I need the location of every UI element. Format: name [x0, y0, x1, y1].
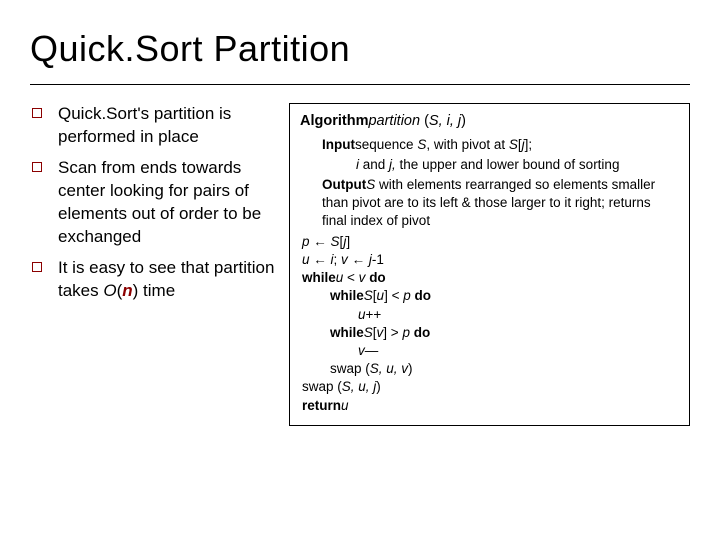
code-line: u++ — [302, 306, 679, 324]
kw-while: while — [330, 325, 364, 340]
algorithm-heading: Algorithmpartition (S, i, j) — [300, 112, 679, 132]
code-text: v — [358, 343, 365, 358]
page-title: Quick.Sort Partition — [30, 28, 690, 70]
code-text: S — [331, 234, 340, 249]
algorithm-box: Algorithmpartition (S, i, j) Inputsequen… — [289, 103, 690, 426]
bullet-text: Quick.Sort's partition is performed in p… — [58, 104, 231, 146]
code-text: ++ — [366, 307, 382, 322]
code-line: whileu < v do — [302, 269, 679, 287]
code-text: ] > — [383, 325, 402, 340]
output-line: OutputS with elements rearranged so elem… — [322, 176, 679, 231]
output-text: S — [366, 177, 375, 192]
code-line: swap (S, u, v) — [302, 360, 679, 378]
code-text: ] < — [384, 288, 403, 303]
slide: Quick.Sort Partition Quick.Sort's partit… — [0, 0, 720, 540]
title-rule — [30, 84, 690, 85]
algorithm-sig: ) — [461, 113, 466, 129]
left-column: Quick.Sort's partition is performed in p… — [30, 103, 275, 426]
algorithm-name: partition — [368, 113, 420, 129]
algorithm-sig: S, i, j — [429, 113, 461, 129]
code-line: whileS[v] > p do — [302, 324, 679, 342]
right-column: Algorithmpartition (S, i, j) Inputsequen… — [289, 103, 690, 426]
input-text: S — [417, 137, 426, 152]
pseudocode: p ← S[j] u ← i; v ← j-1 whileu < v do wh… — [300, 233, 679, 415]
code-line: u ← i; v ← j-1 — [302, 251, 679, 269]
code-text: S, u, v — [370, 361, 408, 376]
algorithm-sig: ( — [420, 113, 429, 129]
input-text: the upper and lower bound of sorting — [400, 157, 620, 172]
input-text: sequence — [355, 137, 417, 152]
input-line: Inputsequence S, with pivot at S[j]; — [322, 136, 679, 154]
bullet-text: n — [122, 281, 132, 300]
code-text: ← — [313, 252, 330, 267]
code-text: ) — [376, 379, 381, 394]
bullet-text: ) time — [133, 281, 176, 300]
input-text: , with pivot at — [426, 137, 509, 152]
code-text: p — [402, 325, 413, 340]
code-text: ; — [334, 252, 342, 267]
code-line: whileS[u] < p do — [302, 287, 679, 305]
code-text: u — [336, 270, 347, 285]
code-text: v — [359, 270, 370, 285]
code-text: S — [364, 288, 373, 303]
content-columns: Quick.Sort's partition is performed in p… — [30, 103, 690, 426]
code-text: ← — [352, 252, 369, 267]
kw-algorithm: Algorithm — [300, 113, 368, 129]
algorithm-io: Inputsequence S, with pivot at S[j]; i a… — [300, 136, 679, 231]
kw-do: do — [369, 270, 386, 285]
bullet-list: Quick.Sort's partition is performed in p… — [30, 103, 275, 303]
code-line: v— — [302, 342, 679, 360]
kw-input: Input — [322, 137, 355, 152]
code-text: < — [347, 270, 359, 285]
code-text: ] — [346, 234, 350, 249]
code-text: swap ( — [330, 361, 370, 376]
code-text: S — [364, 325, 373, 340]
code-text: ← — [313, 234, 330, 249]
code-text: v — [341, 252, 352, 267]
code-text: p — [403, 288, 414, 303]
code-text: u — [358, 307, 366, 322]
input-text: j, — [389, 157, 400, 172]
bullet-item: Quick.Sort's partition is performed in p… — [30, 103, 275, 149]
code-text: S, u, j — [342, 379, 377, 394]
input-text: and — [359, 157, 389, 172]
code-text: u — [377, 288, 385, 303]
code-text: -1 — [372, 252, 384, 267]
code-text: p — [302, 234, 313, 249]
kw-return: return — [302, 398, 341, 413]
code-text: — — [365, 343, 379, 358]
code-text: u — [341, 398, 349, 413]
kw-output: Output — [322, 177, 366, 192]
input-line: i and j, the upper and lower bound of so… — [322, 156, 679, 174]
bullet-item: It is easy to see that partition takes O… — [30, 257, 275, 303]
code-line: p ← S[j] — [302, 233, 679, 251]
code-text: ) — [408, 361, 413, 376]
input-text: S — [509, 137, 518, 152]
input-text: ]; — [525, 137, 533, 152]
code-text: u — [302, 252, 313, 267]
bullet-text: O — [103, 281, 116, 300]
bullet-item: Scan from ends towards center looking fo… — [30, 157, 275, 249]
code-line: swap (S, u, j) — [302, 378, 679, 396]
kw-do: do — [414, 288, 431, 303]
kw-while: while — [302, 270, 336, 285]
kw-while: while — [330, 288, 364, 303]
code-line: returnu — [302, 397, 679, 415]
kw-do: do — [414, 325, 431, 340]
bullet-text: Scan from ends towards center looking fo… — [58, 158, 261, 246]
code-text: swap ( — [302, 379, 342, 394]
